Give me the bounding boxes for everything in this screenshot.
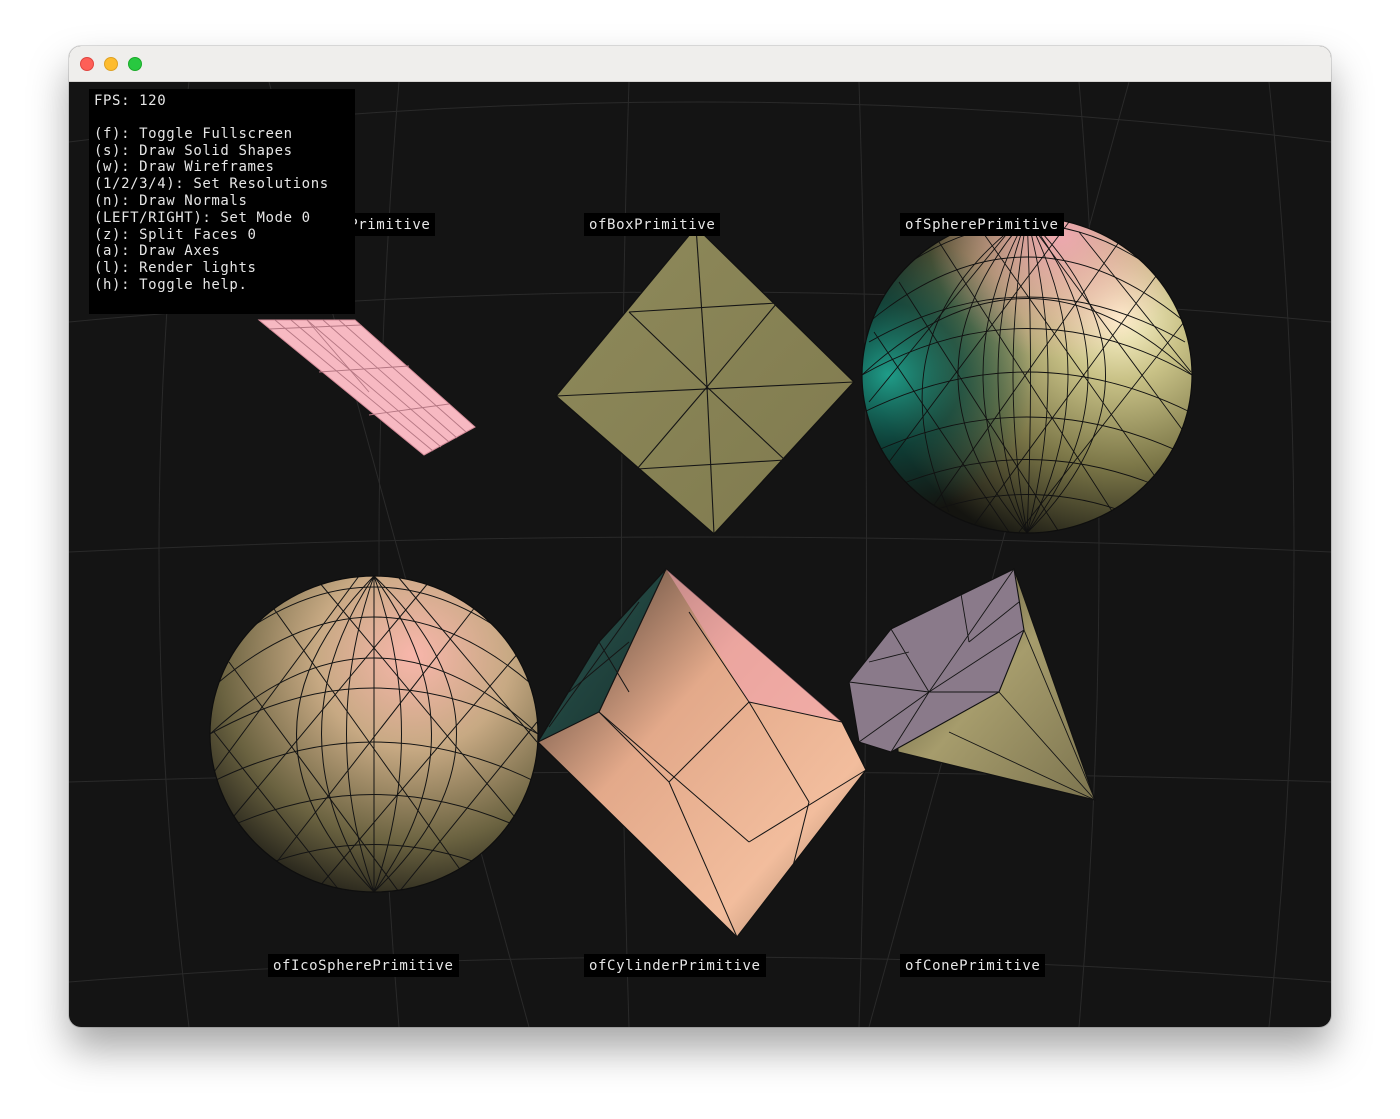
box-primitive (555, 226, 855, 535)
help-line: (a): Draw Axes (94, 243, 221, 260)
maximize-button[interactable] (128, 57, 142, 71)
help-line: (w): Draw Wireframes (94, 159, 275, 176)
title-bar (69, 46, 1331, 82)
label-cylinder-primitive: ofCylinderPrimitive (584, 954, 766, 977)
render-canvas[interactable]: ofPlanePrimitive ofBoxPrimitive ofSphere… (69, 82, 1331, 1027)
cone-primitive (848, 568, 1096, 801)
help-line: (l): Render lights (94, 260, 257, 277)
help-overlay: FPS: 120 (f): Toggle Fullscreen (s): Dra… (89, 89, 355, 314)
help-line: (f): Toggle Fullscreen (94, 125, 293, 142)
minimize-button[interactable] (104, 57, 118, 71)
label-cone-primitive: ofConePrimitive (900, 954, 1046, 977)
fps-readout: FPS: 120 (94, 93, 167, 109)
label-box-primitive: ofBoxPrimitive (584, 213, 721, 236)
label-icosphere-primitive: ofIcoSpherePrimitive (268, 954, 459, 977)
help-line: (1/2/3/4): Set Resolutions (94, 176, 329, 193)
cylinder-primitive (536, 568, 867, 938)
plane-primitive (257, 319, 476, 456)
icosphere-primitive (209, 575, 539, 893)
sphere-primitive (861, 216, 1193, 534)
help-line: (h): Toggle help. (94, 276, 248, 293)
help-line: (s): Draw Solid Shapes (94, 142, 293, 159)
close-button[interactable] (80, 57, 94, 71)
help-line: (LEFT/RIGHT): Set Mode 0 (94, 209, 311, 226)
help-line: (n): Draw Normals (94, 192, 248, 209)
app-window: ofPlanePrimitive ofBoxPrimitive ofSphere… (69, 46, 1331, 1027)
label-sphere-primitive: ofSpherePrimitive (900, 213, 1064, 236)
help-line: (z): Split Faces 0 (94, 226, 257, 243)
